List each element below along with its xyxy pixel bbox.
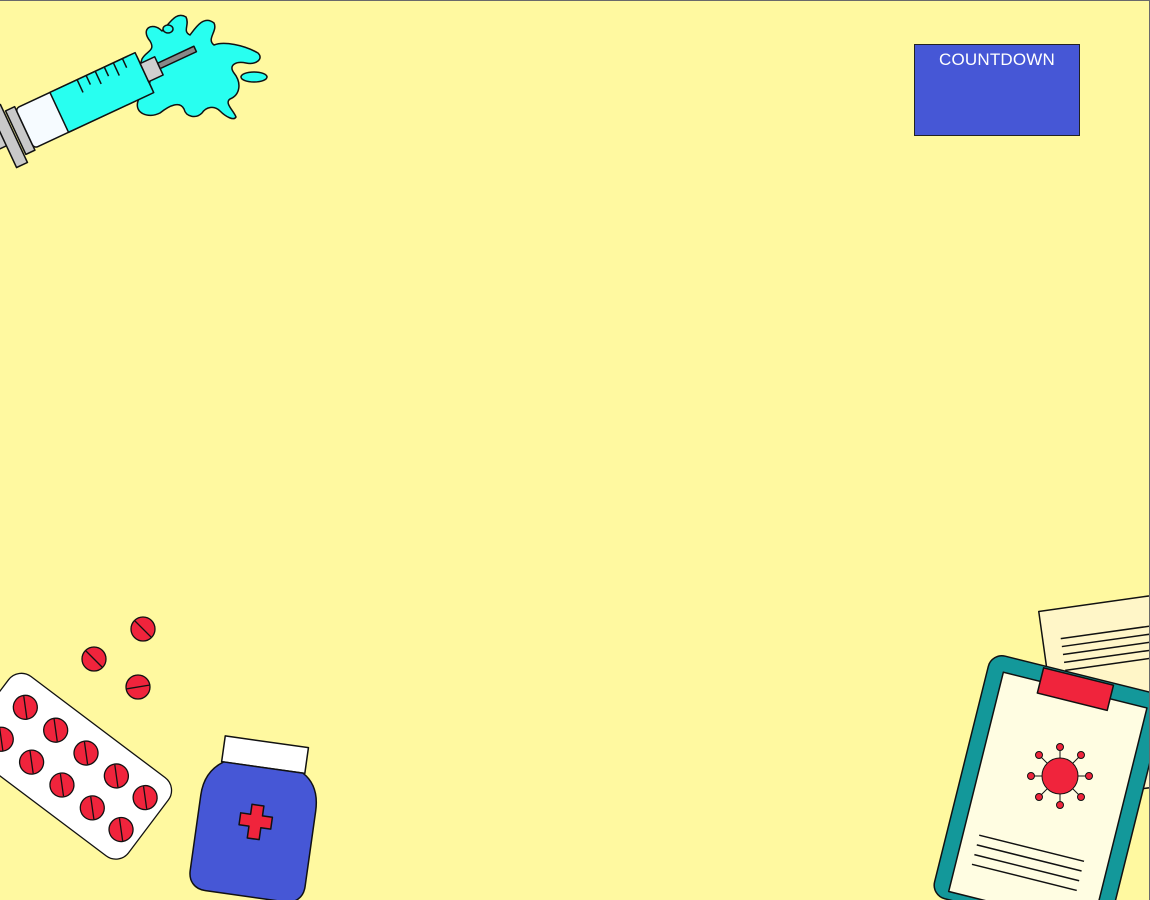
- game-stage: COUNTDOWN: [0, 0, 1150, 900]
- medicine-bottle-icon: [189, 735, 318, 900]
- countdown-button[interactable]: COUNTDOWN: [914, 44, 1080, 136]
- clipboard-icon: [933, 591, 1149, 900]
- syringe-icon: [0, 14, 268, 169]
- countdown-label: COUNTDOWN: [938, 50, 1056, 69]
- pill-blister-icon: [0, 672, 173, 860]
- virus-icon: [1027, 743, 1093, 809]
- pill-icon: [81, 616, 156, 700]
